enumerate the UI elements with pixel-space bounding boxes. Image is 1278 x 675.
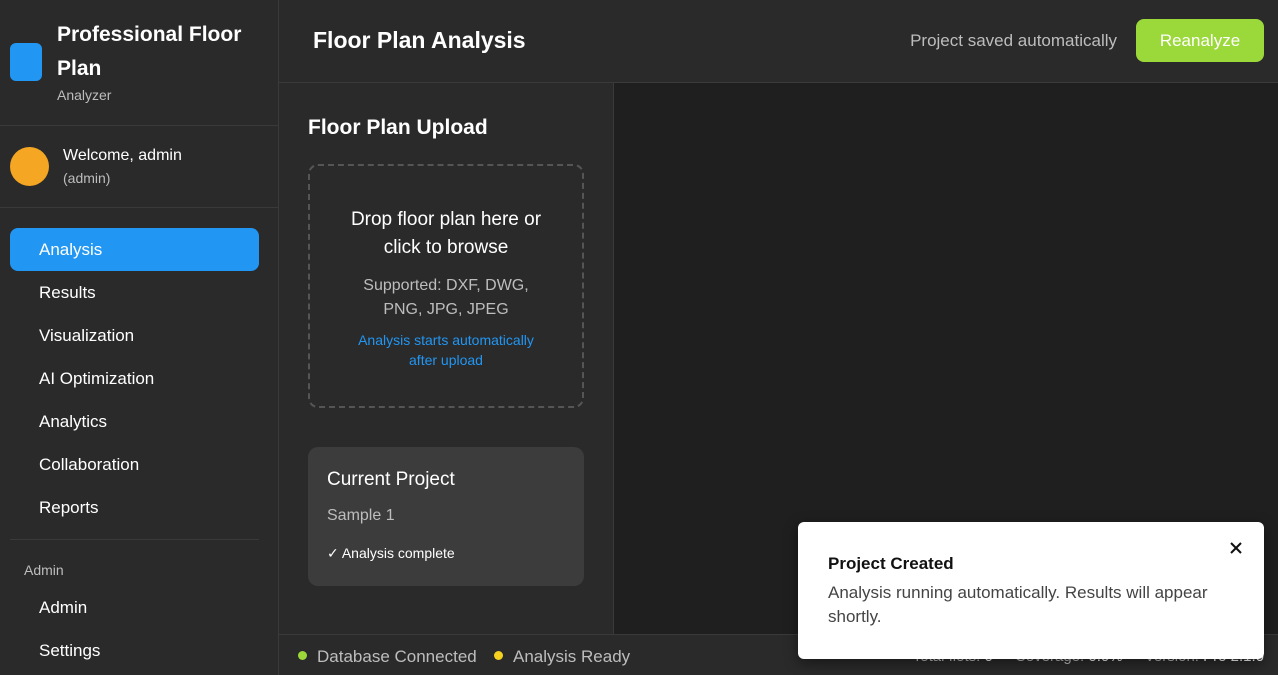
supported-formats: Supported: DXF, DWG, PNG, JPG, JPEG xyxy=(363,277,529,318)
analysis-status-label: Analysis Ready xyxy=(513,647,631,666)
close-icon[interactable] xyxy=(1226,538,1246,558)
sidebar-item-results[interactable]: Results xyxy=(10,271,259,314)
sidebar-item-admin[interactable]: Admin xyxy=(10,586,259,629)
file-dropzone[interactable]: Drop floor plan here or click to browse … xyxy=(308,164,584,408)
project-name: Sample 1 xyxy=(327,507,395,524)
toast-title: Project Created xyxy=(828,554,954,573)
user-role: (admin) xyxy=(63,170,111,186)
upload-title: Floor Plan Upload xyxy=(308,116,488,139)
user-panel: Welcome, admin (admin) xyxy=(0,126,278,208)
sidebar-item-analytics[interactable]: Analytics xyxy=(10,400,259,443)
sidebar-item-settings[interactable]: Settings xyxy=(10,629,259,672)
nav-divider xyxy=(10,539,259,540)
sidebar-item-analysis[interactable]: Analysis xyxy=(10,228,259,271)
auto-analysis-note: Analysis starts automatically after uplo… xyxy=(358,332,534,368)
sidebar-item-visualization[interactable]: Visualization xyxy=(10,314,259,357)
current-project-card: Current Project Sample 1 ✓ Analysis comp… xyxy=(308,447,584,586)
sidebar-item-ai-optimization[interactable]: AI Optimization xyxy=(10,357,259,400)
db-status-dot xyxy=(298,651,307,661)
brand: Professional Floor Plan Analyzer xyxy=(0,0,278,126)
sidebar: Professional Floor Plan Analyzer Welcome… xyxy=(0,0,279,675)
app-title: Professional Floor Plan xyxy=(57,23,242,80)
db-status: Database Connected xyxy=(298,647,477,667)
toast-notification: Project Created Analysis running automat… xyxy=(798,522,1264,659)
page-title: Floor Plan Analysis xyxy=(313,27,526,53)
top-header: Floor Plan Analysis Project saved automa… xyxy=(279,0,1278,83)
project-status: ✓ Analysis complete xyxy=(327,545,455,561)
project-heading: Current Project xyxy=(327,469,455,490)
analysis-status-dot xyxy=(494,651,503,661)
upload-panel: Floor Plan Upload Drop floor plan here o… xyxy=(279,83,614,634)
analysis-status: Analysis Ready xyxy=(494,647,630,667)
avatar[interactable] xyxy=(10,147,49,186)
reanalyze-button[interactable]: Reanalyze xyxy=(1136,19,1264,62)
db-status-label: Database Connected xyxy=(317,647,477,666)
sidebar-item-collaboration[interactable]: Collaboration xyxy=(10,443,259,486)
sidebar-nav: Analysis Results Visualization AI Optimi… xyxy=(10,228,259,672)
save-status: Project saved automatically xyxy=(910,31,1117,50)
user-welcome: Welcome, admin xyxy=(63,147,182,164)
dropzone-label: Drop floor plan here or click to browse xyxy=(350,209,542,258)
app-subtitle: Analyzer xyxy=(57,87,112,103)
toast-message: Analysis running automatically. Results … xyxy=(828,583,1208,626)
sidebar-section-admin: Admin xyxy=(24,562,64,578)
sidebar-item-reports[interactable]: Reports xyxy=(10,486,259,529)
app-logo xyxy=(10,43,42,81)
